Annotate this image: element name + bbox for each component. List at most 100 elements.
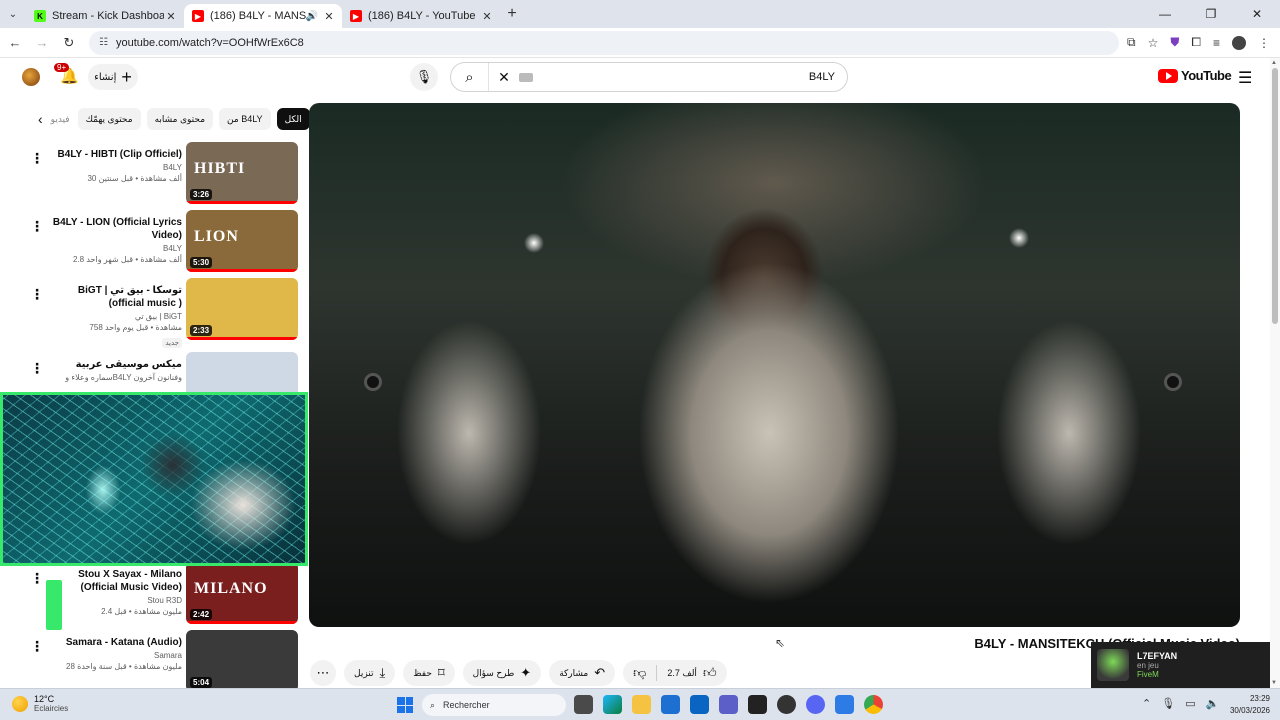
more-vertical-icon[interactable]: ⋮ bbox=[30, 286, 44, 303]
outlook-icon[interactable] bbox=[690, 695, 709, 714]
new-tab-button[interactable]: + bbox=[500, 5, 524, 23]
keyboard-icon[interactable] bbox=[519, 72, 533, 82]
ask-button[interactable]: طرح سؤال ✦ bbox=[462, 660, 542, 686]
download-label: تنزيل bbox=[354, 667, 374, 678]
recommendation-item[interactable]: ⋮ BiGT | توسكا - بيق تي (official music )… bbox=[28, 278, 300, 348]
site-info-icon[interactable]: ☷ bbox=[99, 37, 108, 48]
chip-for-you[interactable]: محتوى يهمّك bbox=[77, 108, 141, 130]
tab-search-button[interactable]: ⌄ bbox=[0, 0, 26, 28]
recommendation-title[interactable]: Samara - Katana (Audio) bbox=[46, 636, 182, 649]
dislike-button[interactable]: 👎︎ bbox=[623, 660, 656, 686]
video-player[interactable] bbox=[309, 103, 1240, 627]
discord-icon[interactable] bbox=[806, 695, 825, 714]
scroll-down-icon[interactable]: ▼ bbox=[1271, 680, 1277, 686]
chip-video[interactable]: فيديو bbox=[49, 108, 72, 130]
share-button[interactable]: مشاركة ↶ bbox=[549, 660, 616, 686]
download-button[interactable]: تنزيل ⤓ bbox=[344, 660, 396, 686]
recommendation-thumbnail[interactable]: 2:33 bbox=[186, 278, 298, 340]
recommendation-thumbnail[interactable]: LION 5:30 bbox=[186, 210, 298, 272]
defender-icon[interactable] bbox=[835, 695, 854, 714]
more-vertical-icon[interactable]: ⋮ bbox=[30, 570, 44, 587]
store-icon[interactable] bbox=[661, 695, 680, 714]
recommendation-channel[interactable]: Samara bbox=[46, 651, 182, 660]
close-icon[interactable]: ✕ bbox=[164, 10, 178, 23]
tab-youtube-video[interactable]: ▶ (186) B4LY - MANSITEKCH ( 🔊 ✕ bbox=[184, 4, 342, 28]
voice-search-mic-icon[interactable]: 🎙 bbox=[410, 63, 438, 91]
tab-kick-dashboard[interactable]: K Stream - Kick Dashboard ✕ bbox=[26, 4, 184, 28]
recommendation-thumbnail[interactable]: MILANO 2:42 bbox=[186, 562, 298, 624]
search-input[interactable] bbox=[533, 71, 847, 83]
chevron-left-icon[interactable]: ‹ bbox=[38, 111, 43, 127]
profile-avatar[interactable] bbox=[1232, 35, 1246, 50]
recommendation-title[interactable]: Stou X Sayax - Milano (Official Music Vi… bbox=[46, 568, 182, 594]
obs-icon[interactable] bbox=[777, 695, 796, 714]
edge-icon[interactable] bbox=[603, 695, 622, 714]
chip-all[interactable]: الكل bbox=[276, 108, 310, 130]
url-field[interactable]: ☷ youtube.com/watch?v=OOHfWrEx6C8 bbox=[89, 30, 1120, 55]
volume-icon[interactable]: 🔈 bbox=[1206, 697, 1220, 710]
recommendation-title[interactable]: BiGT | توسكا - بيق تي (official music ) bbox=[46, 284, 182, 310]
more-vertical-icon[interactable]: ⋮ bbox=[30, 638, 44, 655]
display-icon[interactable]: ▭ bbox=[1185, 697, 1195, 710]
close-window-icon[interactable]: ✕ bbox=[1234, 0, 1280, 28]
recommendation-title[interactable]: B4LY - HIBTI (Clip Officiel) bbox=[46, 148, 182, 161]
recommendation-channel[interactable]: بيق تي | BiGT bbox=[46, 312, 182, 321]
reading-list-icon[interactable]: ≡ bbox=[1213, 36, 1220, 50]
taskbar-clock[interactable]: 23:29 30/03/2026 bbox=[1222, 693, 1270, 717]
more-vertical-icon[interactable]: ⋮ bbox=[30, 360, 44, 377]
bookmark-star-icon[interactable]: ☆ bbox=[1148, 36, 1159, 50]
maximize-icon[interactable]: ❐ bbox=[1188, 0, 1234, 28]
youtube-logo[interactable]: YouTube bbox=[1158, 68, 1232, 83]
extensions-icon[interactable]: ⧠ bbox=[1191, 35, 1201, 50]
more-actions-button[interactable]: ⋯ bbox=[310, 660, 336, 686]
taskbar-search[interactable]: ⌕ Rechercher bbox=[422, 694, 566, 716]
recommendation-thumbnail[interactable]: 5:04 bbox=[186, 630, 298, 692]
scroll-up-icon[interactable]: ▲ bbox=[1271, 60, 1277, 66]
weather-widget[interactable]: 12°C Eclaircies bbox=[12, 694, 68, 713]
microphone-icon[interactable]: 🎙 bbox=[1161, 697, 1175, 710]
minimize-icon[interactable]: — bbox=[1142, 0, 1188, 28]
close-icon[interactable]: ✕ bbox=[480, 10, 494, 23]
forward-icon[interactable]: → bbox=[30, 35, 54, 50]
chrome-icon[interactable] bbox=[864, 695, 883, 714]
search-icon[interactable]: ⌕ bbox=[451, 63, 489, 91]
recommendation-title[interactable]: B4LY - LION (Official Lyrics Video) bbox=[46, 216, 182, 242]
recommendation-title[interactable]: ميكس موسيقى عربية bbox=[46, 358, 182, 371]
speaker-icon[interactable]: 🔊 bbox=[306, 11, 318, 22]
tab-youtube-search[interactable]: ▶ (186) B4LY - YouTube ✕ bbox=[342, 4, 500, 28]
windows-start-icon[interactable] bbox=[397, 697, 413, 713]
notifications-bell-icon[interactable]: 🔔 9+ bbox=[54, 63, 79, 85]
page-scrollbar[interactable]: ▲ ▼ bbox=[1270, 58, 1280, 688]
recommendation-channel[interactable]: B4LY bbox=[46, 163, 182, 172]
chevron-up-icon[interactable]: ⌃ bbox=[1142, 697, 1151, 710]
recommendation-channel[interactable]: B4LY bbox=[46, 244, 182, 253]
create-button[interactable]: إنشاء + bbox=[88, 64, 138, 90]
save-button[interactable]: حفظ ⌑ bbox=[403, 660, 455, 686]
recommendation-item[interactable]: ⋮ B4LY - LION (Official Lyrics Video) B4LY… bbox=[28, 210, 300, 280]
recommendation-item[interactable]: ⋮ B4LY - HIBTI (Clip Officiel) B4LY 30 ألف … bbox=[28, 142, 300, 212]
scrollbar-thumb[interactable] bbox=[1272, 68, 1278, 324]
recommendation-thumbnail[interactable]: HIBTI 3:26 bbox=[186, 142, 298, 204]
recommendation-channel[interactable]: Stou R3D bbox=[46, 596, 182, 605]
task-view-icon[interactable] bbox=[574, 695, 593, 714]
clear-search-icon[interactable]: ✕ bbox=[493, 69, 515, 86]
terminal-icon[interactable] bbox=[748, 695, 767, 714]
more-vertical-icon[interactable]: ⋮ bbox=[30, 150, 44, 167]
reload-icon[interactable]: ↻ bbox=[57, 35, 81, 51]
extension-shield-icon[interactable]: ⛊ bbox=[1170, 35, 1179, 50]
recommendation-channel[interactable]: سماره وعلاء وB4LY وفنانون آخرون bbox=[46, 373, 182, 382]
like-button[interactable]: 2.7 ألف 👍︎ bbox=[657, 660, 726, 686]
friend-activity-toast[interactable]: L7EFYAN en jeu FiveM bbox=[1091, 642, 1280, 688]
back-icon[interactable]: ← bbox=[3, 35, 27, 50]
chip-related[interactable]: محتوى مشابه bbox=[146, 108, 214, 130]
chip-from-channel[interactable]: من B4LY bbox=[219, 108, 271, 130]
install-app-icon[interactable]: ⧉ bbox=[1127, 35, 1136, 50]
more-vertical-icon[interactable]: ⋮ bbox=[30, 218, 44, 235]
file-explorer-icon[interactable] bbox=[632, 695, 651, 714]
browser-menu-icon[interactable]: ⋮ bbox=[1258, 36, 1270, 50]
recommendation-item[interactable]: ⋮ Stou X Sayax - Milano (Official Music V… bbox=[28, 562, 300, 632]
menu-hamburger-icon[interactable]: ☰ bbox=[1238, 68, 1252, 88]
teams-icon[interactable] bbox=[719, 695, 738, 714]
account-avatar[interactable] bbox=[22, 68, 40, 86]
close-icon[interactable]: ✕ bbox=[322, 10, 336, 23]
